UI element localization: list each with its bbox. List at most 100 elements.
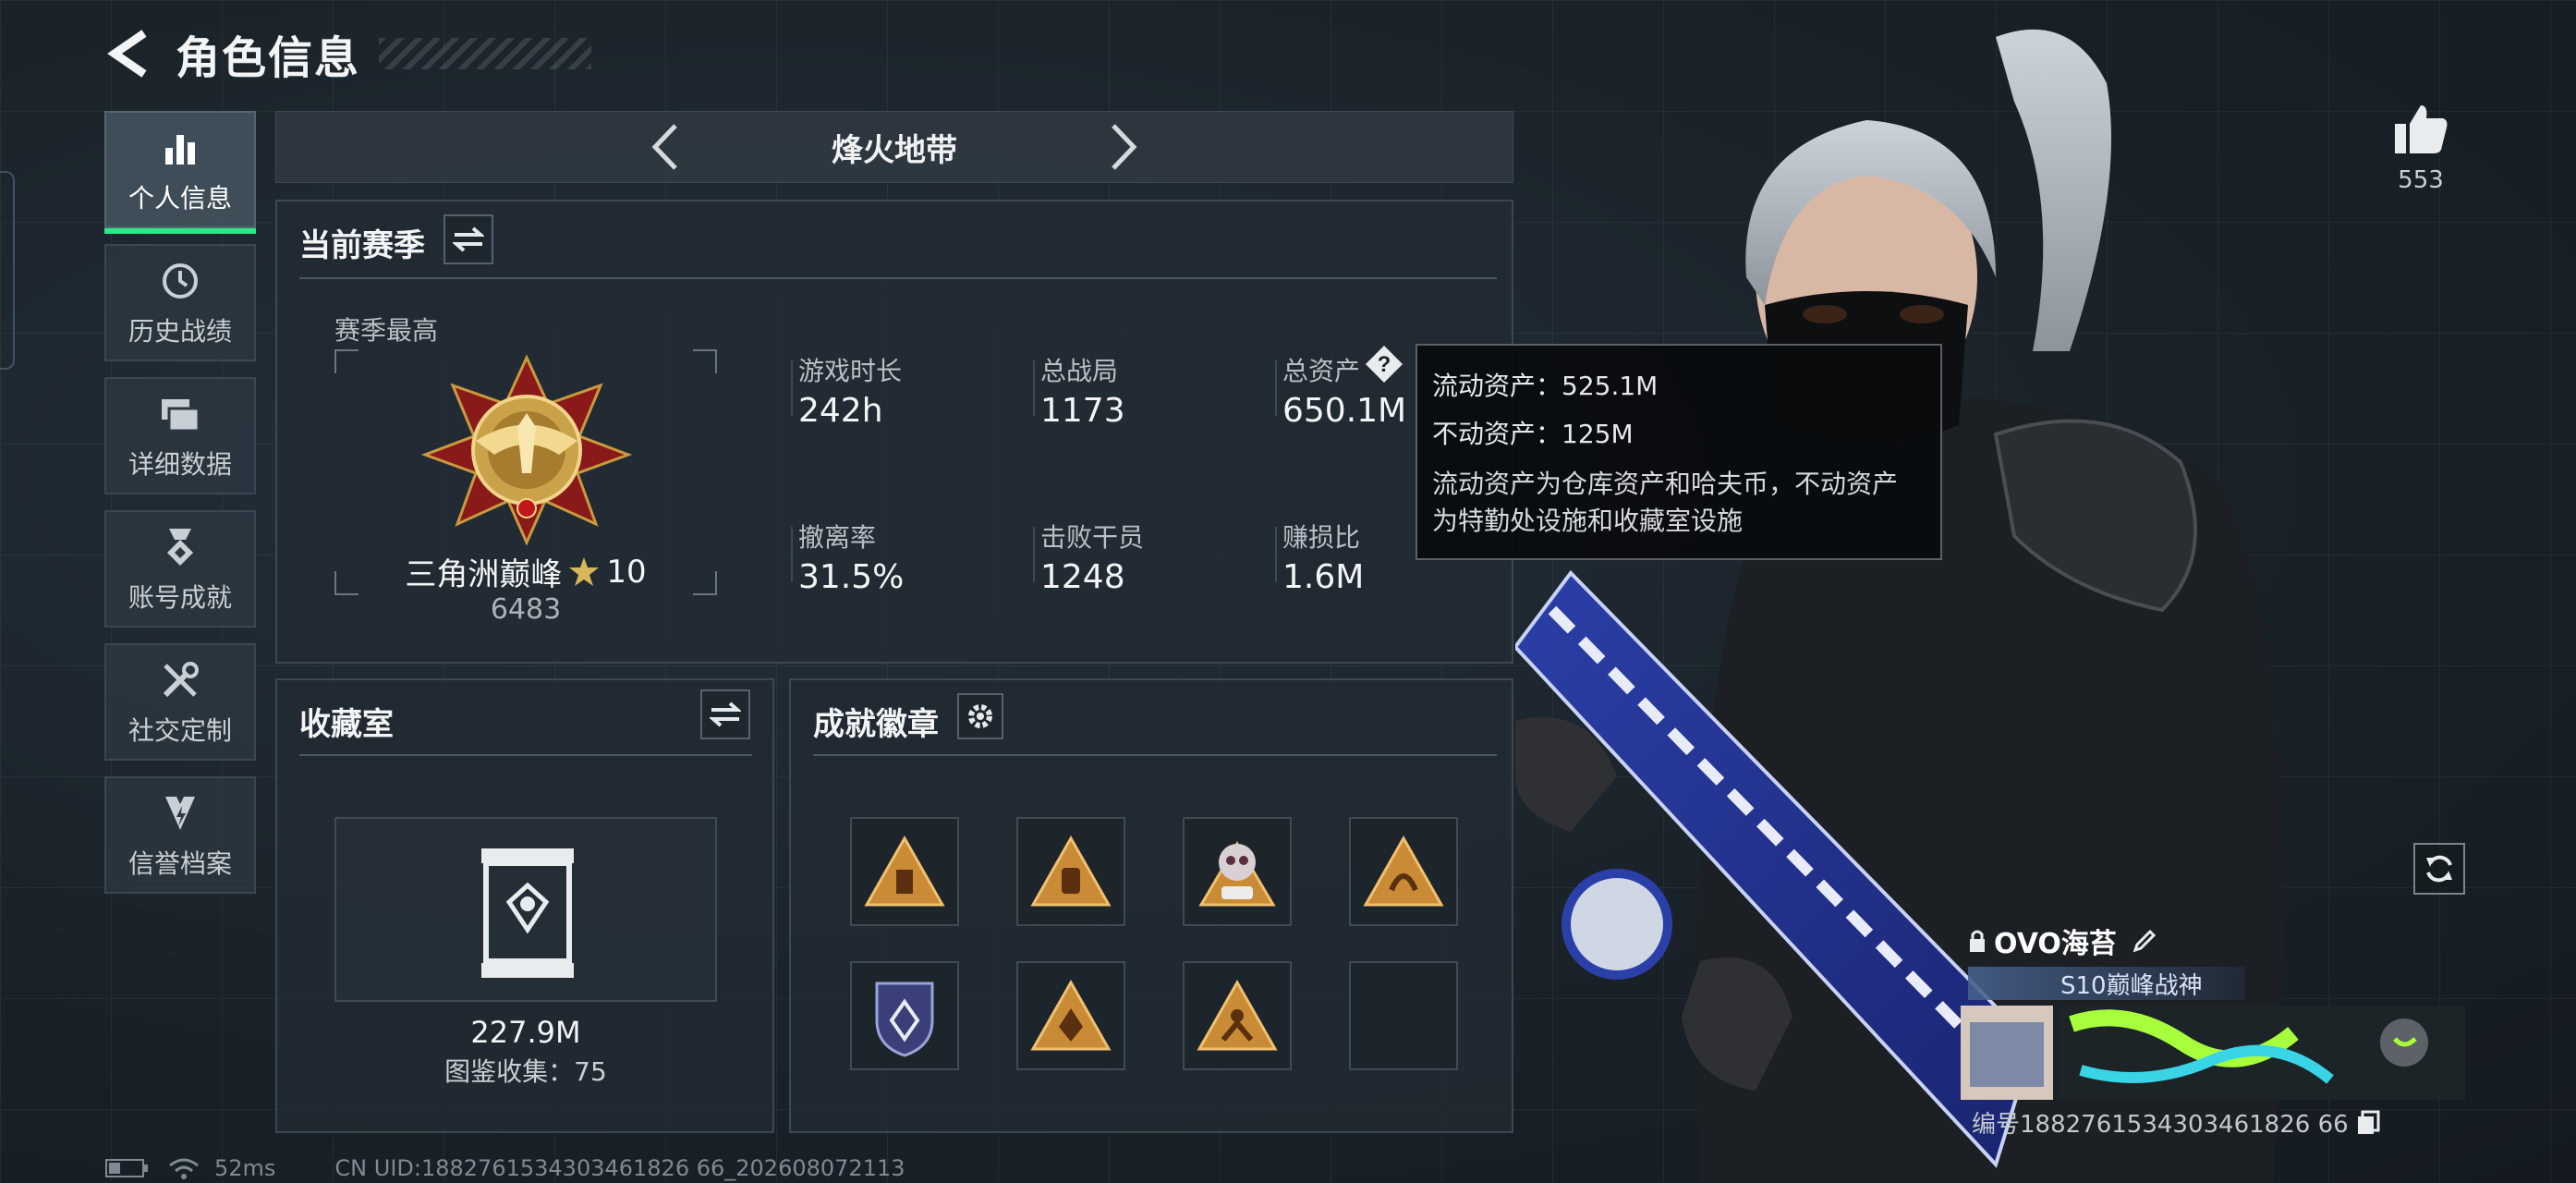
stat-value: 650.1M — [1282, 392, 1407, 430]
rank-name: 三角洲巅峰 — [405, 556, 563, 593]
wifi-icon — [169, 1158, 199, 1179]
sidebar-item-social[interactable]: 社交定制 — [104, 643, 256, 761]
collection-swap-button[interactable] — [700, 689, 750, 739]
star-icon — [569, 556, 600, 586]
prev-mode-arrow-icon[interactable] — [647, 119, 684, 175]
sidebar-item-details[interactable]: 详细数据 — [104, 377, 256, 494]
mode-selector: 烽火地带 — [275, 111, 1513, 183]
stat-value: 1248 — [1040, 558, 1125, 596]
stat-value: 1.6M — [1282, 558, 1365, 596]
like-button[interactable]: 553 — [2384, 102, 2458, 194]
season-title: 当前赛季 — [299, 227, 425, 264]
refresh-icon — [2426, 855, 2452, 883]
triangle-badge-icon — [1030, 979, 1112, 1051]
collection-catalog: 图鉴收集：75 — [444, 1056, 607, 1087]
stat-separator — [1033, 360, 1035, 416]
badges-title: 成就徽章 — [813, 706, 939, 743]
player-name: OVO海苔 — [1994, 928, 2117, 960]
display-case-icon — [481, 848, 574, 978]
liquid-assets: 流动资产：525.1M — [1432, 371, 1659, 401]
help-icon[interactable]: ? — [1364, 344, 1404, 384]
badge-slot[interactable] — [850, 961, 959, 1070]
swap-icon — [453, 226, 484, 252]
stat-separator — [791, 360, 793, 416]
sidebar-item-reputation[interactable]: 信誉档案 — [104, 776, 256, 894]
badge-slot[interactable] — [1183, 817, 1292, 926]
stat-separator — [791, 527, 793, 582]
sidebar-item-personal-info[interactable]: 个人信息 — [104, 111, 256, 234]
triangle-badge-icon — [1363, 835, 1444, 907]
stat-separator — [1275, 360, 1277, 416]
rank-info: 三角洲巅峰 10 — [334, 549, 717, 594]
page-header: 角色信息 — [102, 22, 592, 85]
sidebar-item-label: 账号成就 — [128, 581, 232, 613]
stat-value: 31.5% — [798, 558, 905, 596]
season-best-label: 赛季最高 — [334, 315, 439, 346]
stat-label: 游戏时长 — [798, 356, 903, 386]
swap-icon — [710, 701, 741, 727]
title-decoration — [379, 38, 592, 69]
ping: 52ms — [214, 1155, 276, 1181]
edit-pencil-icon[interactable] — [2132, 928, 2157, 954]
edge-handle[interactable] — [0, 171, 15, 370]
badge-slot[interactable] — [1016, 817, 1125, 926]
svg-text:?: ? — [1378, 352, 1391, 377]
sidebar-item-label: 详细数据 — [128, 448, 232, 480]
rank-emblem-icon — [420, 354, 633, 546]
page-title: 角色信息 — [176, 32, 361, 84]
divider — [299, 754, 752, 756]
badge-slot-empty[interactable] — [1349, 961, 1458, 1070]
divider — [813, 754, 1497, 756]
police-badge-icon — [875, 982, 934, 1057]
folders-icon — [157, 391, 203, 437]
stat-label: 撤离率 — [798, 522, 877, 553]
badge-slot[interactable] — [1183, 961, 1292, 1070]
stat-label: 击败干员 — [1040, 522, 1145, 553]
stat-separator — [1275, 527, 1277, 582]
copy-icon[interactable] — [2356, 1110, 2380, 1136]
sidebar-item-label: 信誉档案 — [128, 848, 232, 879]
player-title: S10巅峰战神 — [2060, 971, 2203, 1000]
collection-preview[interactable] — [334, 817, 717, 1002]
badge-slot[interactable] — [1349, 817, 1458, 926]
badge-slot[interactable] — [1016, 961, 1125, 1070]
lock-icon — [1970, 930, 1985, 952]
skull-badge-icon — [1198, 841, 1276, 907]
player-title-badge: S10巅峰战神 — [1968, 967, 2245, 1000]
mode-title: 烽火地带 — [832, 131, 957, 169]
collection-title: 收藏室 — [299, 706, 394, 743]
divider — [299, 277, 1497, 279]
sidebar: 个人信息 历史战绩 详细数据 账号成就 社交定制 信誉档案 — [104, 111, 256, 909]
like-count: 553 — [2398, 166, 2444, 194]
back-arrow-icon[interactable] — [102, 26, 157, 81]
stat-value: 1173 — [1040, 392, 1125, 430]
tooltip-description-1: 流动资产为仓库资产和哈夫币，不动资产 — [1432, 469, 1899, 499]
sidebar-item-label: 社交定制 — [128, 714, 232, 746]
stat-value: 242h — [798, 392, 883, 430]
badge-slot[interactable] — [850, 817, 959, 926]
gear-icon — [968, 704, 992, 728]
fixed-assets: 不动资产：125M — [1432, 419, 1634, 449]
player-uid: 编号1882761534303461826 66 — [1972, 1111, 2349, 1139]
badges-settings-button[interactable] — [957, 693, 1003, 739]
triangle-badge-icon — [864, 835, 945, 907]
refresh-button[interactable] — [2413, 843, 2465, 895]
shield-bolt-icon — [157, 790, 203, 836]
clock-icon — [157, 258, 203, 304]
bar-chart-icon — [157, 125, 203, 171]
collection-value: 227.9M — [470, 1015, 581, 1050]
player-uid-row: 编号1882761534303461826 66 — [1972, 1105, 2380, 1140]
next-mode-arrow-icon[interactable] — [1105, 119, 1142, 175]
sidebar-item-history[interactable]: 历史战绩 — [104, 244, 256, 361]
rank-score: 6483 — [490, 593, 562, 626]
sidebar-item-label: 历史战绩 — [128, 315, 232, 347]
stat-label: 总资产 — [1282, 356, 1361, 386]
triangle-badge-icon — [1197, 979, 1278, 1051]
season-swap-button[interactable] — [444, 214, 493, 264]
player-banner[interactable] — [1961, 1006, 2465, 1100]
assets-tooltip: 流动资产：525.1M 不动资产：125M 流动资产为仓库资产和哈夫币，不动资产… — [1416, 344, 1942, 560]
banner-image — [1961, 1006, 2465, 1100]
stat-separator — [1033, 527, 1035, 582]
sidebar-item-achievements[interactable]: 账号成就 — [104, 510, 256, 628]
triangle-badge-icon — [1030, 835, 1112, 907]
